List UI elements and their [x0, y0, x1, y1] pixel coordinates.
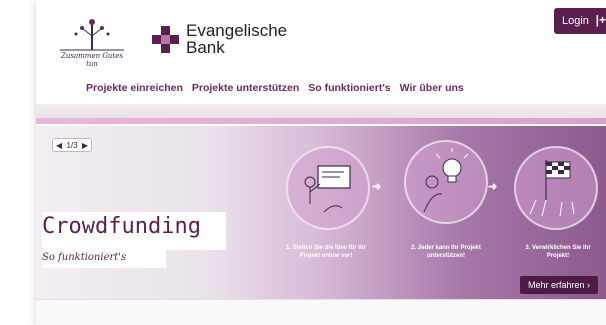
eb-mark-icon [152, 26, 179, 53]
hero-subtitle: So funktioniert's [42, 252, 127, 263]
login-label: Login [562, 15, 589, 27]
zusammen-gutes-tun-logo[interactable]: Zusammen Gutes tun [56, 14, 128, 68]
accent-band [36, 118, 606, 124]
step-2-circle [404, 140, 488, 224]
hero-title: Crowdfunding [42, 214, 201, 239]
chevron-right-icon: › [587, 280, 591, 290]
arrow-right-icon: ➜ [372, 181, 382, 193]
nav-item-projekte-unterstuetzen[interactable]: Projekte unterstützen [192, 82, 299, 94]
step-3-label: 3. Verwirklichen Sie Ihr Projekt! [525, 245, 591, 259]
slider-prev-icon[interactable]: ◀ [56, 139, 62, 151]
arrow-right-icon: ➜ [488, 181, 498, 193]
header: Zusammen Gutes tun Evangelische Bank Log… [36, 0, 606, 118]
hero-slider: ◀ 1/3 ▶ Crowdfunding So funktioniert's 1… [36, 126, 606, 299]
step-1-circle [286, 146, 370, 230]
content-area [36, 299, 606, 325]
plus-icon[interactable]: |+ [596, 13, 606, 27]
flag-illustration-icon [529, 160, 575, 217]
nav-item-wir-ueber-uns[interactable]: Wir über uns [400, 82, 464, 94]
crowdfunding-title-box: Crowdfunding [42, 212, 226, 250]
bank-name-text: Evangelische Bank [186, 21, 288, 57]
slider-counter: 1/3 [66, 141, 78, 150]
nav-item-projekte-einreichen[interactable]: Projekte einreichen [86, 82, 183, 94]
crowdfunding-subtitle-box: So funktioniert's [42, 248, 166, 268]
slider-next-icon[interactable]: ▶ [82, 139, 88, 151]
tree-logo-icon [60, 19, 124, 51]
slider-pager[interactable]: ◀ 1/3 ▶ [52, 138, 92, 152]
bank-name: Evangelische Bank [186, 21, 288, 57]
logo-tagline: Zusammen Gutes tun [61, 52, 123, 68]
more-label: Mehr erfahren [527, 280, 585, 290]
mehr-erfahren-button[interactable]: Mehr erfahren › [520, 276, 598, 294]
nav-item-so-funktionierts[interactable]: So funktioniert's [308, 82, 390, 94]
step-2-label: 2. Jeder kann Ihr Projekt unterstützen! [411, 245, 481, 259]
step-1-label: 1. Stellen Sie die Idee für Ihr Projekt … [285, 245, 367, 259]
nav-divider [36, 104, 606, 119]
presentation-illustration-icon [304, 165, 351, 213]
lightbulb-illustration-icon [423, 148, 469, 213]
step-3-circle [514, 146, 598, 230]
main-nav: Projekte einreichen Projekte unterstütze… [86, 82, 473, 94]
